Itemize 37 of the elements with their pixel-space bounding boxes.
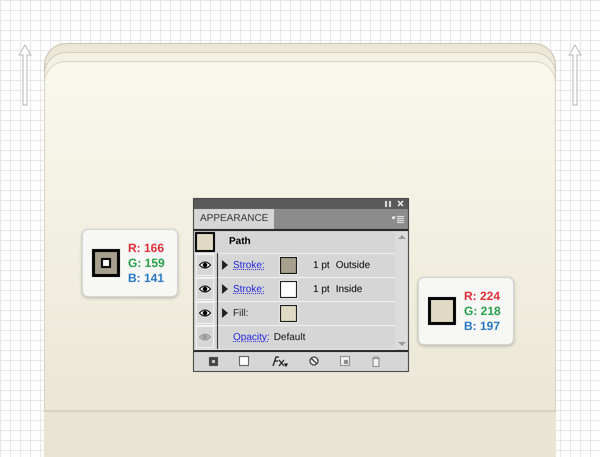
g-channel-value: G: 218 <box>464 304 501 318</box>
b-channel-value: B: 141 <box>128 270 165 286</box>
color-swatch[interactable] <box>280 304 297 322</box>
expand-triangle-icon[interactable] <box>222 284 228 294</box>
attribute-link[interactable]: Stroke: <box>233 282 277 297</box>
menu-icon[interactable] <box>392 216 404 223</box>
up-arrow-icon <box>17 43 33 107</box>
r-channel-value: R: 224 <box>464 288 501 304</box>
scrollbar[interactable] <box>395 230 408 350</box>
attribute-link[interactable]: Stroke: <box>233 258 277 273</box>
object-label: Path <box>229 235 251 250</box>
panel-tab[interactable]: APPEARANCE <box>194 208 274 229</box>
b-channel-value: B: 197 <box>464 318 501 334</box>
square-icon[interactable] <box>238 356 249 366</box>
g-channel-value: G: 159 <box>128 256 165 270</box>
color-swatch[interactable] <box>280 256 297 274</box>
no-sign-icon[interactable] <box>309 356 320 366</box>
new-item-icon[interactable] <box>340 356 350 366</box>
stroke-weight: 1 pt <box>313 258 330 273</box>
up-arrow-icon <box>567 43 583 107</box>
effects-icon[interactable] <box>270 355 288 368</box>
attribute-link[interactable]: Opacity: <box>233 330 270 345</box>
eye-icon[interactable] <box>196 302 214 324</box>
color-swatch[interactable] <box>280 280 297 298</box>
stroke-alignment: Outside <box>336 258 370 273</box>
trash-icon[interactable] <box>371 356 382 367</box>
stroke-square-icon[interactable] <box>208 356 218 366</box>
expand-triangle-icon[interactable] <box>222 308 228 318</box>
stroke-alignment: Inside <box>336 282 362 297</box>
opacity-value: Default <box>274 330 306 345</box>
expand-triangle-icon[interactable] <box>222 260 228 270</box>
attribute-link[interactable]: Fill: <box>233 306 277 321</box>
close-icon[interactable] <box>397 200 404 208</box>
eye-icon[interactable] <box>196 254 214 276</box>
r-channel-value: R: 166 <box>128 240 165 256</box>
stroke-weight: 1 pt <box>313 282 330 297</box>
eye-icon[interactable] <box>196 278 214 300</box>
